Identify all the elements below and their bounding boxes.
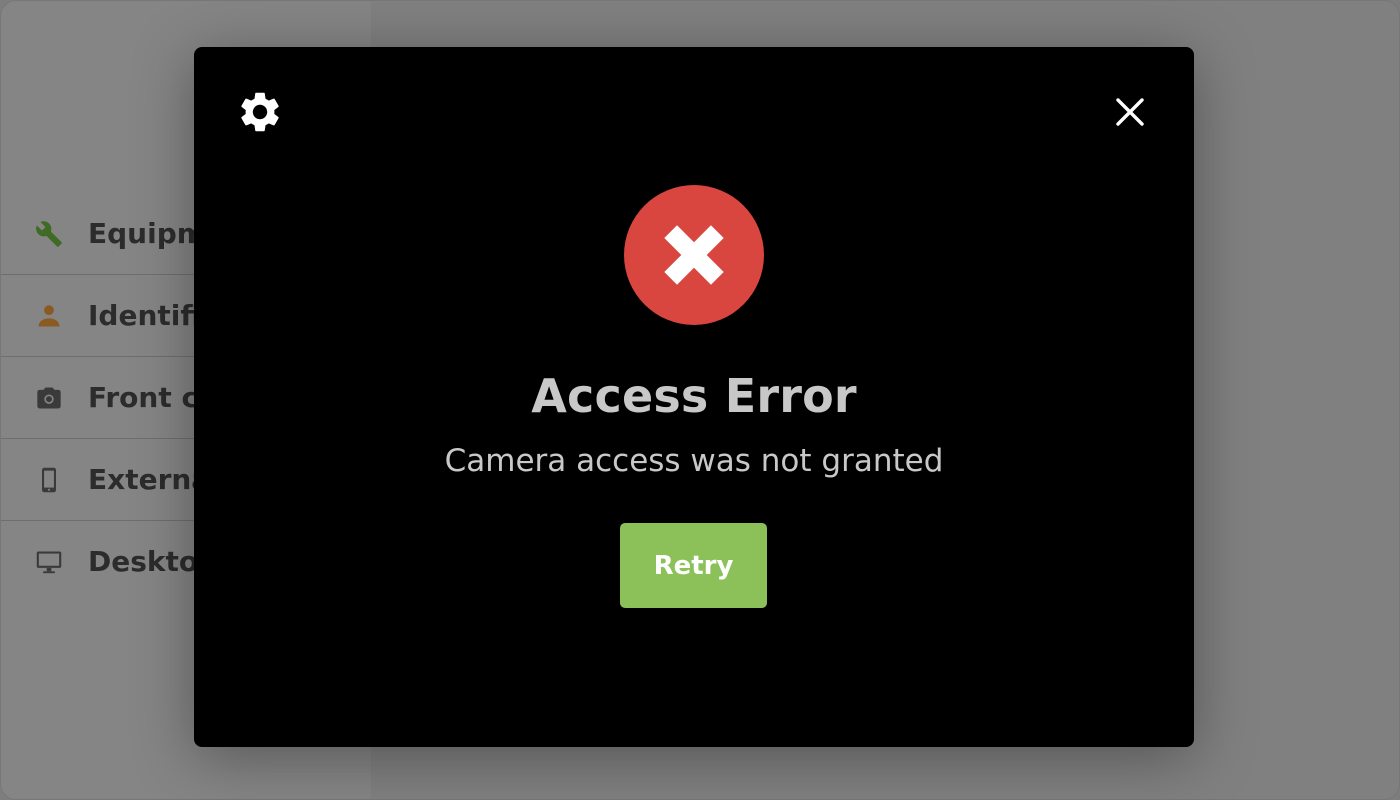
- person-icon: [35, 302, 63, 330]
- page: Equipment Identification: [0, 0, 1400, 800]
- gear-icon[interactable]: [236, 88, 284, 136]
- error-x-icon: [624, 185, 764, 325]
- access-error-modal: Access Error Camera access was not grant…: [194, 47, 1194, 747]
- phone-icon: [35, 466, 63, 494]
- error-message: Camera access was not granted: [444, 443, 944, 479]
- retry-button[interactable]: Retry: [620, 523, 767, 608]
- close-icon[interactable]: [1110, 92, 1150, 132]
- error-title: Access Error: [531, 369, 857, 423]
- wrench-icon: [35, 220, 63, 248]
- monitor-icon: [35, 548, 63, 576]
- camera-icon: [35, 384, 63, 412]
